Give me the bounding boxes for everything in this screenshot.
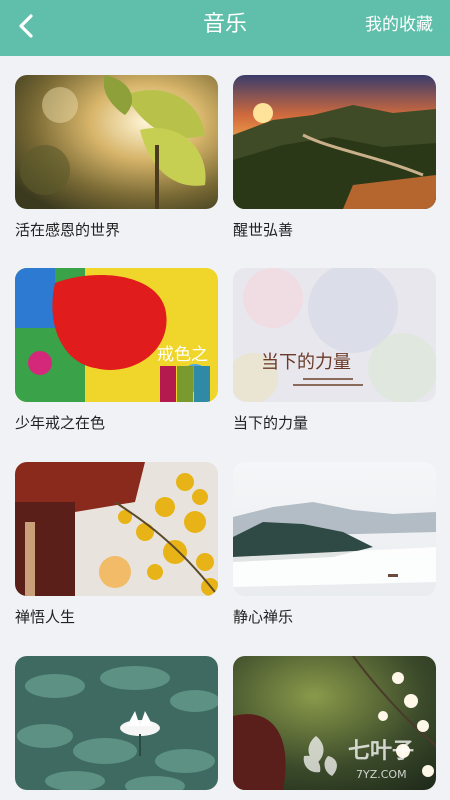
music-album-grid: 活在感恩的世界 醒世弘善 戒色之 少年戒之在色 当下的力量 当下的力量 禅悟人生… [0, 56, 450, 800]
thumbnail-text: 戒色之 [157, 345, 208, 365]
album-card[interactable] [15, 656, 218, 800]
album-title: 静心禅乐 [233, 608, 294, 626]
svg-text:七叶子: 七叶子 [348, 739, 414, 764]
album-title: 少年戒之在色 [15, 414, 106, 432]
album-thumbnail [233, 75, 436, 209]
app-header: 音乐 我的收藏 [0, 0, 450, 56]
watermark-logo: 七叶子 7YZ.COM [296, 726, 436, 786]
album-thumbnail: 戒色之 [15, 268, 218, 402]
album-card[interactable]: 醒世弘善 [233, 75, 436, 241]
album-title: 当下的力量 [233, 414, 309, 432]
my-favorites-button[interactable]: 我的收藏 [365, 13, 433, 37]
album-thumbnail [15, 75, 218, 209]
album-card[interactable]: 禅悟人生 [15, 462, 218, 628]
album-card[interactable]: 静心禅乐 [233, 462, 436, 628]
album-title: 醒世弘善 [233, 221, 294, 239]
album-card[interactable]: 活在感恩的世界 [15, 75, 218, 241]
album-card[interactable]: 当下的力量 当下的力量 [233, 268, 436, 434]
album-thumbnail [15, 462, 218, 596]
album-title: 活在感恩的世界 [15, 221, 121, 239]
thumbnail-text: 当下的力量 [261, 352, 351, 373]
album-thumbnail [233, 462, 436, 596]
svg-text:7YZ.COM: 7YZ.COM [356, 768, 407, 781]
album-title: 禅悟人生 [15, 608, 76, 626]
album-thumbnail [15, 656, 218, 790]
album-card[interactable]: 戒色之 少年戒之在色 [15, 268, 218, 434]
album-thumbnail: 当下的力量 [233, 268, 436, 402]
